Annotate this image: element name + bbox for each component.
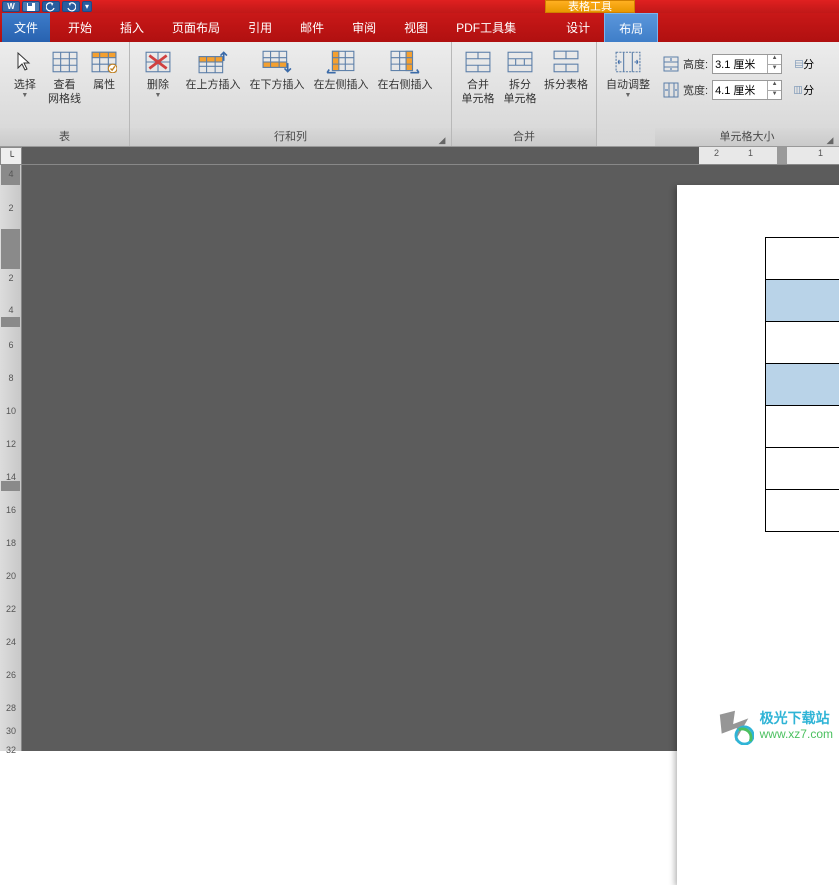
gridlines-icon (49, 48, 81, 76)
spin-down-icon[interactable]: ▼ (768, 65, 781, 74)
group-label: 单元格大小◢ (655, 128, 839, 146)
undo-icon (46, 2, 56, 12)
group-label: 合并 (452, 128, 596, 146)
group-label: 行和列◢ (130, 128, 451, 146)
group-merge: 合并 单元格 拆分 单元格 拆分表格 合并 (452, 42, 597, 146)
width-label: 宽度: (683, 82, 708, 98)
save-button[interactable] (22, 1, 40, 12)
row-height-icon (663, 56, 679, 72)
dropdown-arrow-icon: ▼ (625, 92, 632, 99)
group-autofit: 自动调整 ▼ (597, 42, 655, 146)
group-cell-size: 高度: 3.1 厘米 ▲▼ 宽度: 4.1 厘米 ▲▼ (655, 42, 839, 146)
properties-icon (88, 48, 120, 76)
tab-stop-selector[interactable]: └ (0, 147, 22, 165)
table-cell[interactable] (766, 364, 839, 406)
tab-mail[interactable]: 邮件 (286, 13, 338, 42)
ruler-area: └ 2 1 1 2 (0, 147, 839, 165)
ribbon: 选择 ▼ 查看 网格线 属性 表 (0, 42, 839, 147)
group-rows-columns: 删除 ▼ 在上方插入 在下方插入 在左侧插入 (130, 42, 452, 146)
dialog-launcher-icon[interactable]: ◢ (824, 131, 836, 143)
spin-up-icon[interactable]: ▲ (768, 81, 781, 91)
tab-page-layout[interactable]: 页面布局 (158, 13, 234, 42)
autofit-button[interactable]: 自动调整 ▼ (603, 46, 653, 101)
tab-pdf-tools[interactable]: PDF工具集 (442, 13, 530, 42)
row-height-input[interactable]: 3.1 厘米 ▲▼ (712, 54, 782, 74)
qat-dropdown[interactable]: ▾ (82, 1, 92, 12)
context-tab-table-tools: 表格工具 (545, 0, 635, 13)
col-width-icon (663, 82, 679, 98)
insert-above-button[interactable]: 在上方插入 (182, 46, 244, 94)
merge-cells-icon (462, 48, 494, 76)
select-button[interactable]: 选择 ▼ (6, 46, 44, 101)
tab-view[interactable]: 视图 (390, 13, 442, 42)
split-table-icon (550, 48, 582, 76)
column-marker[interactable] (777, 147, 787, 164)
insert-below-icon (261, 48, 293, 76)
tab-home[interactable]: 开始 (54, 13, 106, 42)
delete-icon (142, 48, 174, 76)
redo-icon (66, 2, 76, 12)
undo-button[interactable] (42, 1, 60, 12)
insert-right-button[interactable]: 在右侧插入 (374, 46, 436, 94)
table-cell[interactable] (766, 406, 839, 448)
table-cell[interactable] (766, 280, 839, 322)
redo-button[interactable] (62, 1, 80, 12)
dropdown-arrow-icon: ▼ (21, 92, 28, 99)
split-table-button[interactable]: 拆分表格 (542, 46, 590, 94)
insert-left-button[interactable]: 在左侧插入 (310, 46, 372, 94)
title-bar: W ▾ 表格工具 (0, 0, 839, 13)
height-label: 高度: (683, 56, 708, 72)
quick-access-toolbar: W ▾ (0, 1, 92, 12)
tab-design[interactable]: 设计 (552, 13, 604, 42)
tab-layout[interactable]: 布局 (604, 13, 658, 42)
table-cell[interactable] (766, 238, 839, 280)
distribute-rows-button[interactable]: 分 (794, 54, 814, 74)
distribute-rows-icon (794, 56, 803, 72)
view-gridlines-button[interactable]: 查看 网格线 (46, 46, 84, 108)
col-width-input[interactable]: 4.1 厘米 ▲▼ (712, 80, 782, 100)
delete-button[interactable]: 删除 ▼ (136, 46, 180, 101)
document-page[interactable] (677, 185, 839, 885)
insert-below-button[interactable]: 在下方插入 (246, 46, 308, 94)
properties-button[interactable]: 属性 (85, 46, 123, 94)
distribute-columns-button[interactable]: 分 (794, 80, 814, 100)
save-icon (26, 2, 36, 12)
distribute-cols-icon (794, 82, 803, 98)
table-cell[interactable] (766, 448, 839, 490)
split-cells-button[interactable]: 拆分 单元格 (500, 46, 540, 108)
autofit-icon (612, 48, 644, 76)
merge-cells-button[interactable]: 合并 单元格 (458, 46, 498, 108)
spin-up-icon[interactable]: ▲ (768, 55, 781, 65)
dialog-launcher-icon[interactable]: ◢ (436, 131, 448, 143)
insert-right-icon (389, 48, 421, 76)
table-cell[interactable] (766, 490, 839, 532)
tab-review[interactable]: 审阅 (338, 13, 390, 42)
tab-references[interactable]: 引用 (234, 13, 286, 42)
document-area: 4 2 2 4 6 8 10 12 14 16 18 20 22 24 26 2… (0, 165, 839, 751)
group-label: 表 (0, 128, 129, 146)
dropdown-arrow-icon: ▼ (155, 92, 162, 99)
vertical-ruler[interactable]: 4 2 2 4 6 8 10 12 14 16 18 20 22 24 26 2… (0, 165, 22, 751)
tab-file[interactable]: 文件 (2, 13, 50, 42)
spin-down-icon[interactable]: ▼ (768, 91, 781, 100)
horizontal-ruler[interactable]: 2 1 1 2 (22, 147, 839, 164)
group-table: 选择 ▼ 查看 网格线 属性 表 (0, 42, 130, 146)
document-table[interactable] (765, 237, 839, 532)
insert-above-icon (197, 48, 229, 76)
tab-insert[interactable]: 插入 (106, 13, 158, 42)
split-cells-icon (504, 48, 536, 76)
table-cell[interactable] (766, 322, 839, 364)
word-app-icon[interactable]: W (2, 1, 20, 12)
insert-left-icon (325, 48, 357, 76)
cursor-icon (9, 48, 41, 76)
ribbon-tabs: 文件 开始 插入 页面布局 引用 邮件 审阅 视图 PDF工具集 设计 布局 (0, 13, 839, 42)
